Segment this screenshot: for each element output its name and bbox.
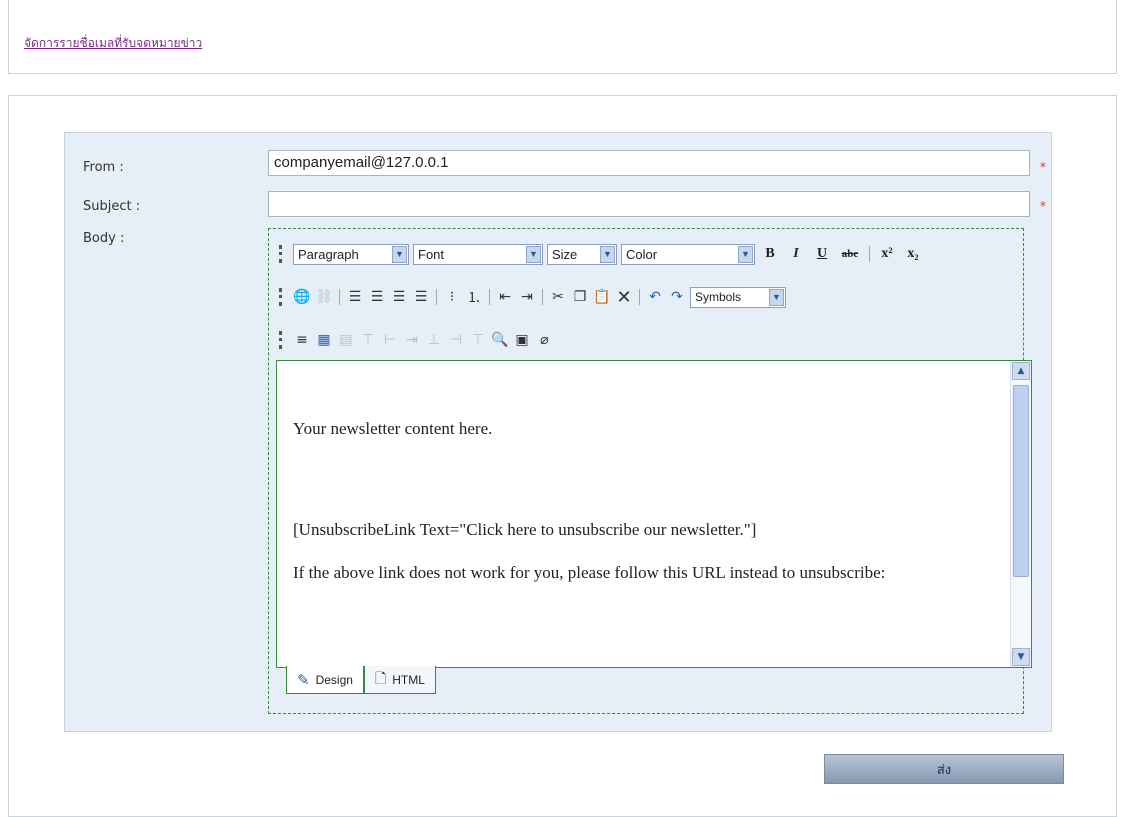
from-required-mark: * [1040, 160, 1046, 174]
scroll-down-icon[interactable]: ▼ [1012, 648, 1030, 666]
align-justify-icon[interactable]: ☰ [412, 288, 430, 306]
eraser-icon[interactable]: ⌀ [535, 331, 553, 349]
select-all-icon[interactable]: ▣ [513, 331, 531, 349]
unlink-icon[interactable]: ⛓ [315, 288, 333, 306]
redo-icon[interactable]: ↷ [668, 288, 686, 306]
design-icon: ✎ [297, 671, 310, 689]
from-field[interactable]: companyemail@127.0.0.1 [268, 150, 1030, 176]
insert-row-icon[interactable]: ⊤ [359, 331, 377, 349]
tab-html[interactable]: 🗋 HTML [363, 666, 436, 694]
font-dropdown[interactable]: Font ▼ [413, 243, 543, 265]
copy-icon[interactable]: ❐ [571, 288, 589, 306]
superscript-button[interactable]: x² [876, 246, 898, 262]
delete-icon[interactable]: ✕ [615, 287, 633, 308]
table-properties-icon[interactable]: ▤ [337, 331, 355, 349]
editor-mode-tabs: ✎ Design 🗋 HTML [286, 666, 436, 696]
toolbar-row-paragraph: 🌐 ⛓ ☰ ☰ ☰ ☰ ⁝ ⒈ ⇤ ⇥ ✂ ❐ 📋 ✕ ↶ ↷ Symbols … [279, 284, 786, 310]
color-dropdown[interactable]: Color ▼ [621, 243, 755, 265]
delete-row-icon[interactable]: ⊥ [425, 331, 443, 349]
strikethrough-button[interactable]: abc [837, 248, 863, 260]
body-label: Body : [83, 231, 125, 246]
toolbar-separator [489, 289, 490, 305]
scrollbar-thumb[interactable] [1013, 385, 1029, 577]
toolbar-grip[interactable] [279, 288, 285, 306]
color-dropdown-label: Color [626, 246, 658, 262]
subject-required-mark: * [1040, 199, 1046, 213]
from-label: From : [83, 160, 124, 175]
editor-content-area[interactable]: Your newsletter content here. [Unsubscri… [276, 360, 1032, 668]
vertical-scrollbar[interactable]: ▲ ▼ [1010, 361, 1031, 667]
tab-html-label: HTML [392, 672, 425, 687]
toolbar-row-format: Paragraph ▼ Font ▼ Size ▼ Color ▼ B I U … [279, 241, 924, 267]
chevron-down-icon: ▼ [738, 245, 753, 263]
outdent-icon[interactable]: ⇤ [496, 288, 514, 306]
toolbar-grip[interactable] [279, 331, 285, 349]
insert-column-icon[interactable]: ⊢ [381, 331, 399, 349]
manage-subscribers-link[interactable]: จัดการรายชื่อเมลที่รับจดหมายข่าว [24, 34, 202, 53]
delete-column-icon[interactable]: ⊣ [447, 331, 465, 349]
symbols-dropdown-label: Symbols [695, 290, 742, 304]
font-dropdown-label: Font [418, 246, 445, 262]
underline-button[interactable]: U [811, 246, 833, 262]
tab-design[interactable]: ✎ Design [286, 666, 364, 694]
chevron-down-icon: ▼ [600, 245, 615, 263]
chevron-down-icon: ▼ [526, 245, 541, 263]
toolbar-grip[interactable] [279, 245, 285, 263]
align-center-icon[interactable]: ☰ [368, 288, 386, 306]
toolbar-separator [639, 289, 640, 305]
paste-icon[interactable]: 📋 [593, 288, 611, 306]
split-cell-icon[interactable]: ⊤ [469, 331, 487, 349]
align-right-icon[interactable]: ☰ [390, 288, 408, 306]
toolbar-row-insert: ≡ ▦ ▤ ⊤ ⊢ ⇥ ⊥ ⊣ ⊤ 🔍 ▣ ⌀ [279, 327, 553, 353]
bulleted-list-icon[interactable]: ⁝ [443, 288, 461, 306]
content-paragraph: Your newsletter content here. [293, 419, 493, 438]
insert-table-icon[interactable]: ▦ [315, 331, 333, 349]
symbols-dropdown[interactable]: Symbols ▼ [690, 286, 786, 308]
editor-content[interactable]: Your newsletter content here. [Unsubscri… [293, 417, 993, 584]
horizontal-rule-icon[interactable]: ≡ [293, 331, 311, 349]
cut-icon[interactable]: ✂ [549, 288, 567, 306]
toolbar-separator [542, 289, 543, 305]
chevron-down-icon: ▼ [392, 245, 407, 263]
italic-button[interactable]: I [785, 246, 807, 262]
paragraph-dropdown-label: Paragraph [298, 246, 359, 262]
subscript-button[interactable]: x₂ [902, 246, 924, 262]
subject-field[interactable] [268, 191, 1030, 217]
undo-icon[interactable]: ↶ [646, 288, 664, 306]
preview-icon[interactable]: 🔍 [491, 331, 509, 349]
toolbar-separator [436, 289, 437, 305]
insert-link-icon[interactable]: 🌐 [293, 288, 311, 306]
merge-cells-icon[interactable]: ⇥ [403, 331, 421, 349]
indent-icon[interactable]: ⇥ [518, 288, 536, 306]
size-dropdown[interactable]: Size ▼ [547, 243, 617, 265]
paragraph-dropdown[interactable]: Paragraph ▼ [293, 243, 409, 265]
toolbar-separator [869, 246, 870, 262]
send-button[interactable]: ส่ง [824, 754, 1064, 784]
numbered-list-icon[interactable]: ⒈ [465, 288, 483, 306]
align-left-icon[interactable]: ☰ [346, 288, 364, 306]
toolbar-separator [339, 289, 340, 305]
content-paragraph: If the above link does not work for you,… [293, 563, 886, 582]
html-icon: 🗋 [374, 669, 387, 686]
unsubscribe-placeholder: [UnsubscribeLink Text="Click here to uns… [293, 520, 757, 539]
bold-button[interactable]: B [759, 246, 781, 262]
scroll-up-icon[interactable]: ▲ [1012, 362, 1030, 380]
chevron-down-icon: ▼ [769, 288, 784, 306]
size-dropdown-label: Size [552, 246, 578, 262]
tab-design-label: Design [315, 672, 353, 687]
subject-label: Subject : [83, 199, 141, 214]
